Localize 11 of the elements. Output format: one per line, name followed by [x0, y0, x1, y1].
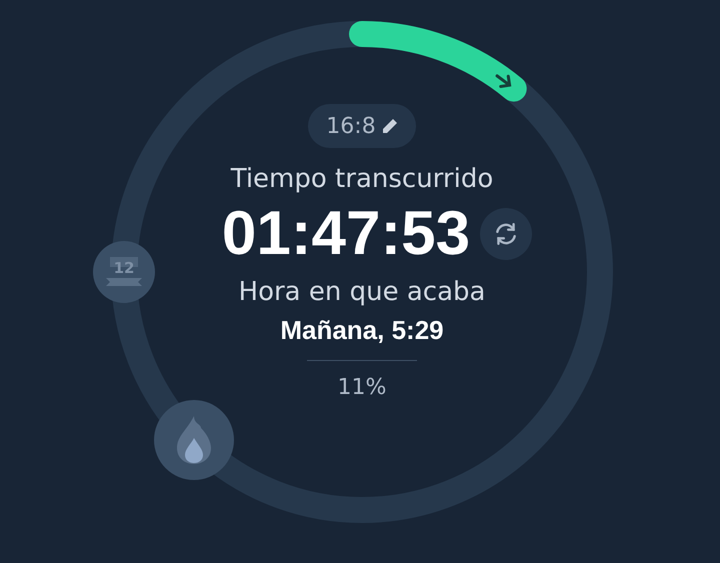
elapsed-label: Tiempo transcurrido [230, 164, 494, 194]
flame-icon [176, 416, 211, 464]
arrow-icon [496, 74, 512, 88]
end-time: Mañana, 5:29 [280, 315, 444, 346]
ribbon-icon [104, 276, 144, 288]
fasting-plan-button[interactable]: 16:8 [308, 104, 416, 148]
pencil-icon [382, 118, 398, 134]
badge-number: 12 [114, 260, 134, 276]
progress-percent: 11% [338, 375, 386, 400]
elapsed-timer: 01:47:53 [222, 198, 470, 269]
end-time-label: Hora en que acaba [238, 277, 486, 307]
